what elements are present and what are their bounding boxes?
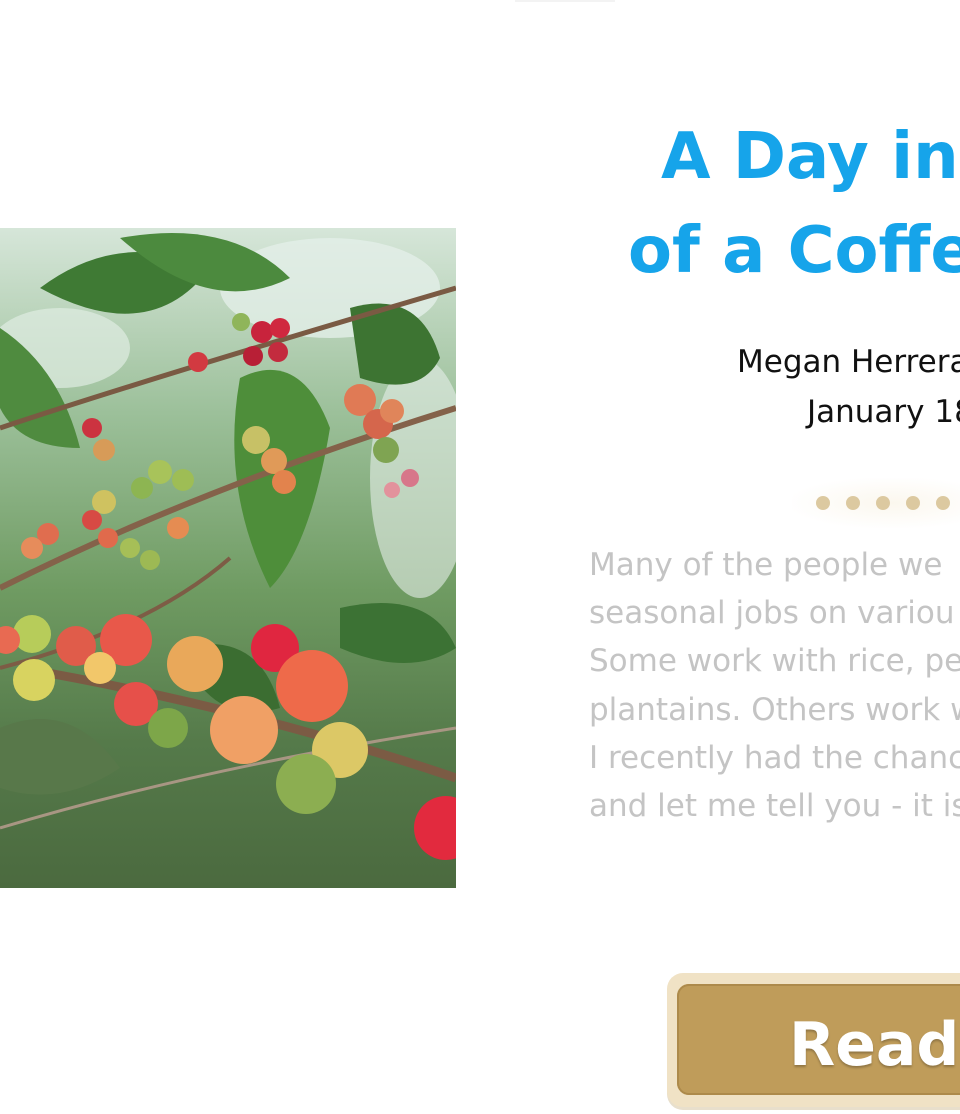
excerpt-line: Some work with rice, pe bbox=[589, 643, 960, 680]
excerpt-line: I recently had the chanc bbox=[589, 739, 960, 776]
article-author: Megan Herrera bbox=[737, 344, 960, 380]
excerpt-line: and let me tell you - it is bbox=[589, 788, 960, 825]
dot-icon bbox=[876, 496, 890, 510]
article-title-line2: of a Coffe bbox=[628, 214, 960, 288]
dot-icon bbox=[846, 496, 860, 510]
dot-icon bbox=[816, 496, 830, 510]
read-more-button-face[interactable]: Read I bbox=[677, 984, 960, 1095]
article-date: January 18 bbox=[807, 394, 960, 430]
dot-icon bbox=[906, 496, 920, 510]
article-title[interactable]: A Day in of a Coffe bbox=[600, 110, 960, 298]
excerpt-line: plantains. Others work w bbox=[589, 691, 960, 728]
excerpt-line: seasonal jobs on variou bbox=[589, 595, 955, 632]
decorative-dots-divider bbox=[792, 478, 960, 528]
excerpt-line: Many of the people we bbox=[589, 547, 943, 583]
read-more-label: Read I bbox=[789, 1010, 960, 1080]
read-more-button[interactable]: Read I bbox=[667, 973, 960, 1107]
article-title-line1: A Day in bbox=[661, 120, 959, 194]
page: A Day in of a Coffe Megan Herrera Januar… bbox=[0, 0, 960, 1114]
article-excerpt: Many of the people we seasonal jobs on v… bbox=[589, 541, 960, 830]
dot-icon bbox=[936, 496, 950, 510]
top-divider bbox=[515, 0, 615, 2]
coffee-cherries-image bbox=[0, 228, 456, 888]
coffee-cherries-image-art bbox=[0, 233, 456, 860]
